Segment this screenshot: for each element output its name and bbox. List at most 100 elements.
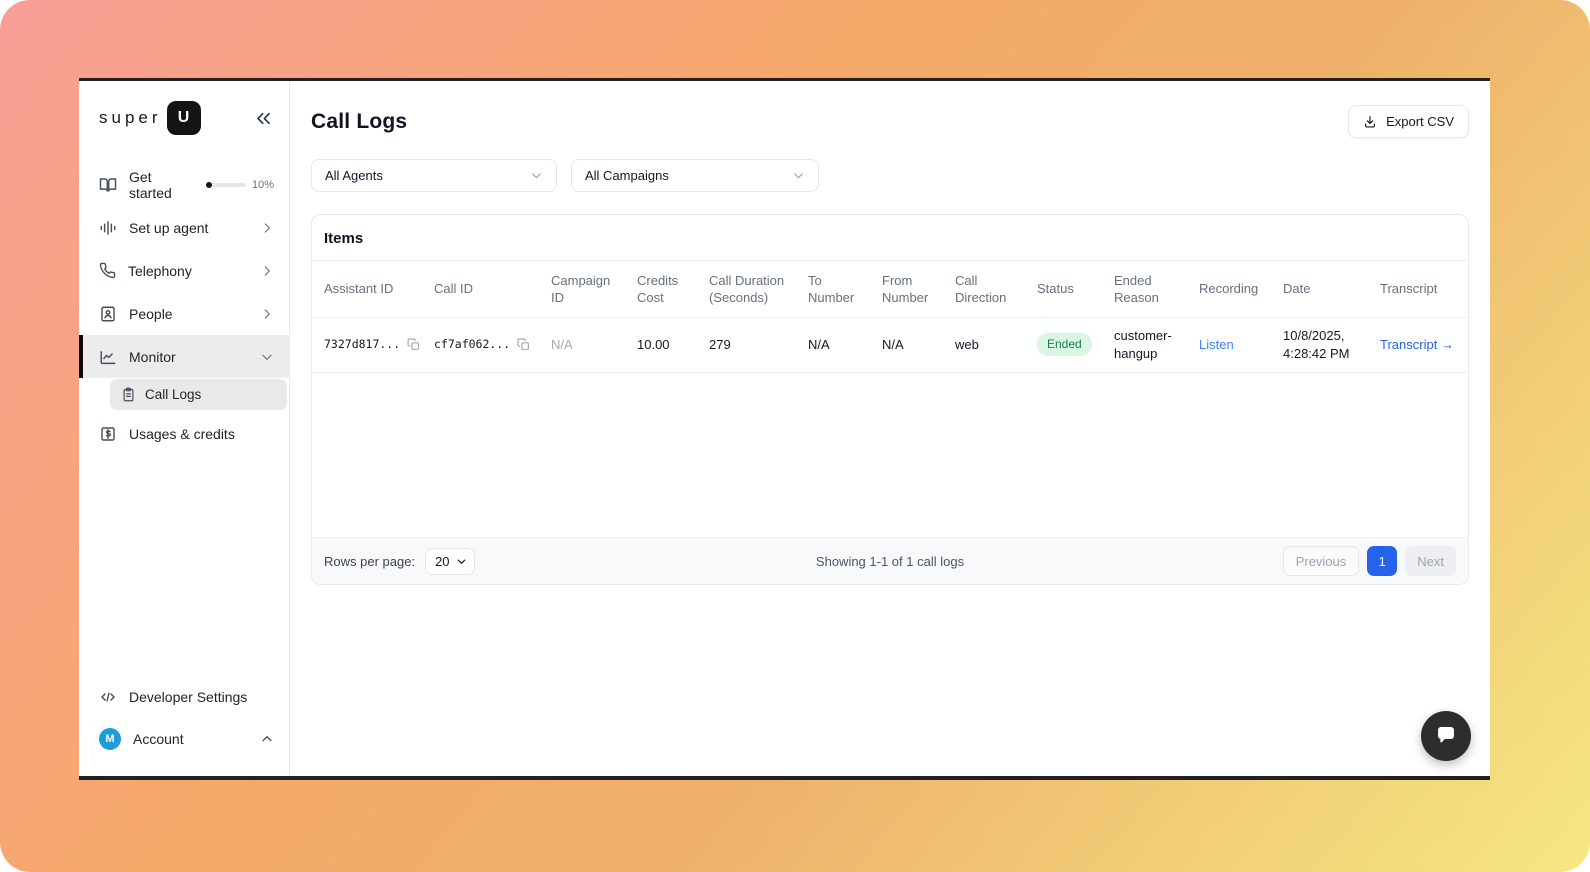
recording-cell: Listen — [1191, 317, 1275, 372]
current-page-button[interactable]: 1 — [1367, 546, 1398, 576]
sidebar-item-set-up-agent[interactable]: Set up agent — [79, 206, 289, 249]
call-duration-cell: 279 — [709, 336, 731, 352]
next-page-button[interactable]: Next — [1405, 546, 1456, 576]
avatar: M — [99, 728, 121, 750]
logo: super U — [79, 81, 289, 135]
chevron-down-icon — [456, 556, 467, 567]
rows-per-page-select[interactable]: 20 — [425, 547, 475, 575]
rows-per-page-label: Rows per page: — [324, 553, 416, 569]
credits-cost-cell: 10.00 — [637, 336, 670, 352]
transcript-link[interactable]: Transcript → — [1380, 337, 1454, 352]
from-number-cell: N/A — [882, 336, 904, 352]
chevron-right-icon — [260, 264, 274, 278]
campaign-id-cell: N/A — [551, 336, 573, 352]
to-number-cell: N/A — [808, 336, 830, 352]
sidebar-item-telephony[interactable]: Telephony — [79, 249, 289, 292]
sidebar-item-label: Monitor — [129, 348, 176, 365]
sidebar-item-label: People — [129, 305, 173, 322]
sidebar-item-label: Call Logs — [145, 387, 202, 402]
col-call-duration: Call Duration (Seconds) — [709, 272, 785, 305]
chevron-up-icon — [260, 732, 274, 746]
dollar-icon — [99, 425, 117, 443]
rows-per-page-value: 20 — [435, 553, 450, 569]
listen-link[interactable]: Listen — [1199, 337, 1234, 352]
chevron-down-icon — [260, 350, 274, 364]
page-header: Call Logs Export CSV — [311, 105, 1469, 138]
campaigns-filter-value: All Campaigns — [585, 168, 669, 183]
table-header-row: Assistant ID Call ID Campaign ID Credits… — [312, 261, 1468, 317]
call-logs-table: Assistant ID Call ID Campaign ID Credits… — [312, 261, 1468, 373]
col-credits-cost: Credits Cost — [637, 272, 679, 305]
sidebar: super U Get started 10% Set up agent Tel… — [79, 81, 290, 776]
page-title: Call Logs — [311, 109, 408, 133]
items-card-title: Items — [312, 215, 1468, 261]
sidebar-item-label: Usages & credits — [129, 425, 235, 442]
chat-bubble-icon — [1434, 724, 1458, 748]
col-to-number: To Number — [808, 272, 855, 305]
ended-reason-cell: customer-hangup — [1114, 327, 1172, 361]
col-ended-reason: Ended Reason — [1114, 272, 1159, 305]
sidebar-nav: Get started 10% Set up agent Telephony P… — [79, 163, 289, 668]
chart-icon — [99, 348, 117, 366]
results-summary: Showing 1-1 of 1 call logs — [815, 553, 965, 569]
progress-fill — [205, 181, 212, 188]
sidebar-item-developer-settings[interactable]: Developer Settings — [99, 676, 274, 718]
main-content: Call Logs Export CSV All Agents All Camp… — [290, 81, 1490, 776]
sidebar-item-label: Get started — [129, 168, 172, 201]
col-assistant-id: Assistant ID — [324, 281, 394, 297]
sidebar-item-get-started[interactable]: Get started 10% — [79, 163, 289, 206]
sidebar-footer: Developer Settings M Account — [79, 668, 289, 776]
sidebar-item-people[interactable]: People — [79, 292, 289, 335]
get-started-progress: 10% — [205, 178, 274, 191]
sidebar-item-label: Developer Settings — [129, 689, 248, 705]
collapse-sidebar-icon[interactable] — [254, 109, 273, 128]
col-transcript: Transcript — [1380, 281, 1438, 297]
campaigns-filter-select[interactable]: All Campaigns — [571, 159, 819, 192]
previous-page-button[interactable]: Previous — [1282, 546, 1360, 576]
progress-bar — [205, 181, 246, 188]
waveform-icon — [99, 219, 117, 237]
col-campaign-id: Campaign ID — [551, 272, 611, 305]
col-call-direction: Call Direction — [955, 272, 1007, 305]
copy-icon[interactable] — [517, 338, 530, 351]
date-cell: 10/8/2025, 4:28:42 PM — [1283, 327, 1350, 361]
sidebar-item-account[interactable]: M Account — [99, 718, 274, 760]
assistant-id-value: 7327d817... — [324, 336, 401, 351]
sidebar-item-label: Account — [133, 731, 184, 747]
logo-badge: U — [166, 101, 201, 135]
sidebar-item-label: Telephony — [128, 262, 192, 279]
table-row: 7327d817... cf7af062... N/A 10.00 279 N/… — [312, 317, 1468, 372]
chevron-down-icon — [792, 169, 805, 182]
col-recording: Recording — [1199, 281, 1259, 297]
app-window: super U Get started 10% Set up agent Tel… — [79, 78, 1490, 780]
code-icon — [99, 688, 117, 706]
col-call-id: Call ID — [434, 281, 474, 297]
sidebar-item-call-logs[interactable]: Call Logs — [110, 379, 287, 410]
assistant-id-cell: 7327d817... — [312, 317, 426, 372]
progress-percent: 10% — [251, 178, 274, 191]
book-icon — [99, 176, 117, 194]
logo-text: super — [99, 108, 162, 127]
chevron-right-icon — [260, 221, 274, 235]
agents-filter-value: All Agents — [325, 168, 383, 183]
clipboard-icon — [121, 387, 136, 402]
rows-per-page: Rows per page: 20 — [324, 547, 475, 575]
copy-icon[interactable] — [407, 338, 420, 351]
chat-widget-button[interactable] — [1421, 711, 1471, 761]
call-direction-cell: web — [955, 336, 979, 352]
arrow-right-icon: → — [1440, 336, 1454, 352]
chevron-right-icon — [260, 307, 274, 321]
filters-row: All Agents All Campaigns — [311, 159, 1469, 192]
chevron-down-icon — [530, 169, 543, 182]
download-icon — [1363, 115, 1377, 129]
status-cell: Ended — [1029, 317, 1106, 372]
col-from-number: From Number — [882, 272, 929, 305]
export-csv-button[interactable]: Export CSV — [1348, 105, 1469, 138]
sidebar-item-usages-credits[interactable]: Usages & credits — [79, 412, 289, 455]
person-card-icon — [99, 305, 117, 323]
sidebar-item-monitor[interactable]: Monitor — [79, 335, 289, 378]
agents-filter-select[interactable]: All Agents — [311, 159, 557, 192]
table-footer: Rows per page: 20 Showing 1-1 of 1 call … — [312, 537, 1468, 584]
export-csv-label: Export CSV — [1386, 114, 1454, 129]
call-id-cell: cf7af062... — [426, 317, 543, 372]
